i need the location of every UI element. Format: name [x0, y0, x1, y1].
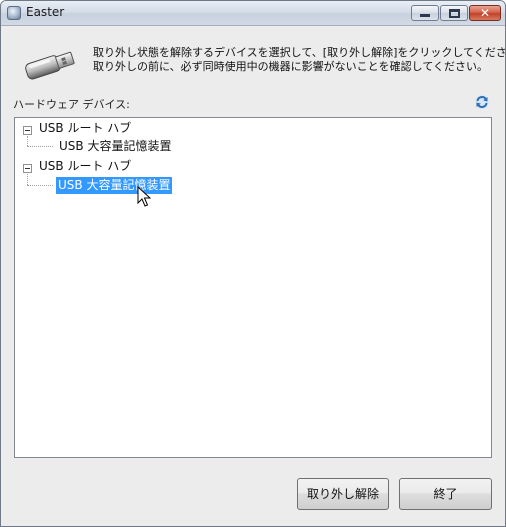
app-icon[interactable] [7, 6, 21, 20]
minimize-button[interactable] [411, 5, 439, 21]
close-button[interactable]: ✕ [469, 5, 501, 21]
tree-node-usb-mass-storage-1[interactable]: USB 大容量記憶装置 [59, 138, 171, 155]
instruction-line-1: 取り外し状態を解除するデバイスを選択して、[取り外し解除]をクリックしてください… [93, 46, 506, 59]
tree-node-usb-mass-storage-2-selected[interactable]: USB 大容量記憶装置 [56, 177, 173, 194]
maximize-icon [449, 9, 460, 18]
instruction-text: 取り外し状態を解除するデバイスを選択して、[取り外し解除]をクリックしてください… [93, 46, 506, 74]
hardware-devices-label: ハードウェア デバイス: [13, 98, 130, 111]
mouse-cursor-icon [137, 186, 151, 207]
minimize-icon [420, 14, 430, 17]
remove-unplug-button[interactable]: 取り外し解除 [297, 478, 389, 510]
collapse-toggle-hub-1[interactable] [23, 126, 32, 135]
maximize-button[interactable] [440, 5, 468, 21]
device-tree[interactable]: USB ルート ハブ USB 大容量記憶装置 USB ルート ハブ USB 大容… [14, 117, 492, 458]
usb-drive-icon [25, 51, 75, 80]
window-title: Easter [26, 5, 65, 19]
close-icon: ✕ [479, 6, 491, 20]
end-button[interactable]: 終了 [399, 478, 492, 510]
instruction-line-2: 取り外しの前に、必ず同時使用中の機器に影響がないことを確認してください。 [93, 60, 489, 73]
title-bar[interactable]: Easter ✕ [1, 1, 505, 26]
tree-node-usb-root-hub-1[interactable]: USB ルート ハブ [39, 120, 131, 137]
remove-hardware-window: Easter ✕ 取り外し状態を解除するデバイスを選択して、[取り外し解除]をク… [0, 0, 506, 527]
collapse-toggle-hub-2[interactable] [23, 164, 32, 173]
refresh-icon[interactable] [474, 94, 490, 110]
tree-node-usb-root-hub-2[interactable]: USB ルート ハブ [39, 158, 131, 175]
